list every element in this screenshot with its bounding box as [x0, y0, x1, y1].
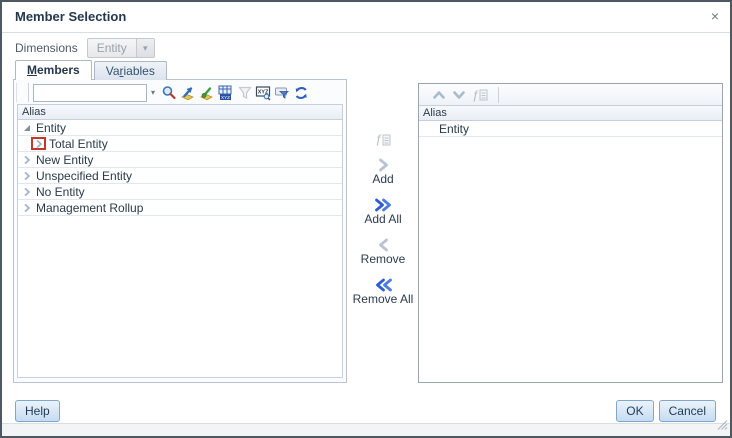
member-selection-dialog: Member Selection × Dimensions Entity ▾ M…: [0, 0, 732, 438]
toolbar-separator: [497, 86, 499, 103]
tree-node-label[interactable]: Management Rollup: [36, 201, 143, 215]
ok-button[interactable]: OK: [616, 400, 654, 422]
xyz-label: XYZ: [221, 95, 230, 100]
refresh-icon[interactable]: [293, 84, 310, 101]
remove-all-button[interactable]: [374, 278, 393, 292]
expand-chevron-icon[interactable]: [21, 203, 33, 213]
tree-row-new-entity[interactable]: New Entity: [18, 152, 342, 168]
tree-row-unspecified-entity[interactable]: Unspecified Entity: [18, 168, 342, 184]
collapse-triangle-icon[interactable]: [21, 123, 33, 133]
cancel-button[interactable]: Cancel: [658, 400, 716, 422]
tab-members-rest: embers: [37, 63, 80, 77]
tree-row-management-rollup[interactable]: Management Rollup: [18, 200, 342, 216]
selected-row-entity[interactable]: Entity: [419, 121, 722, 137]
expand-chevron-icon[interactable]: [21, 155, 33, 165]
xyz-table-icon[interactable]: XYZ: [217, 84, 234, 101]
tab-bar: Members Variables: [15, 60, 167, 80]
tab-variables[interactable]: Variables: [93, 61, 167, 80]
expand-chevron-icon[interactable]: [21, 171, 33, 181]
function-icon[interactable]: ƒ: [375, 132, 391, 146]
selected-member-label[interactable]: Entity: [439, 122, 469, 136]
title-bar: Member Selection ×: [2, 2, 730, 33]
help-button[interactable]: Help: [15, 400, 60, 422]
close-icon[interactable]: ×: [711, 8, 719, 24]
search-dropdown-icon[interactable]: ▾: [151, 88, 155, 97]
function-icon[interactable]: ƒ: [472, 89, 488, 101]
tab-variables-rest: iables: [123, 64, 155, 78]
selected-toolbar: ƒ: [419, 84, 722, 106]
footer-buttons: OK Cancel: [616, 400, 716, 422]
expand-chevron-icon[interactable]: [21, 187, 33, 197]
members-tab-content: ▾ XYZ XYZ Alias Entity Total Entity New …: [13, 79, 347, 383]
dimension-combobox[interactable]: Entity ▾: [86, 38, 155, 58]
add-label[interactable]: Add: [372, 172, 393, 186]
tab-members[interactable]: Members: [15, 60, 92, 80]
filter-select-icon[interactable]: [274, 84, 291, 101]
tree-node-label[interactable]: No Entity: [36, 185, 85, 199]
move-up-icon[interactable]: [432, 89, 446, 100]
search-toolbar: ▾ XYZ XYZ: [16, 82, 344, 103]
members-tree-list: Alias Entity Total Entity New Entity Uns…: [17, 104, 343, 378]
toolbar-separator: [16, 83, 29, 102]
red-highlight-box: [31, 137, 46, 150]
find-member-icon[interactable]: [179, 84, 196, 101]
tree-row-total-entity[interactable]: Total Entity: [18, 136, 342, 152]
search-input[interactable]: [33, 83, 147, 102]
dialog-title: Member Selection: [15, 9, 127, 24]
resize-grip[interactable]: [717, 417, 728, 435]
add-all-label[interactable]: Add All: [364, 212, 401, 226]
tree-row-entity[interactable]: Entity: [18, 120, 342, 136]
dimension-value: Entity: [96, 41, 127, 55]
xyz-search-icon[interactable]: XYZ: [255, 84, 272, 101]
tab-variables-pre: Va: [105, 64, 120, 78]
move-down-icon[interactable]: [452, 89, 466, 100]
remove-all-label[interactable]: Remove All: [353, 292, 414, 306]
selected-members-panel: ƒ Alias Entity: [418, 83, 723, 383]
dimensions-label: Dimensions: [15, 41, 78, 55]
fx-glyph: ƒ: [472, 87, 479, 102]
shuttle-actions: ƒ Add Add All Remove Remove All: [348, 132, 418, 306]
tree-row-no-entity[interactable]: No Entity: [18, 184, 342, 200]
fx-glyph: ƒ: [375, 132, 382, 146]
alias-column-header: Alias: [18, 105, 342, 120]
add-all-button[interactable]: [374, 198, 393, 212]
expand-chevron-icon[interactable]: [35, 139, 43, 149]
tree-node-label[interactable]: Unspecified Entity: [36, 169, 132, 183]
add-button[interactable]: [377, 158, 390, 172]
tree-node-label[interactable]: Entity: [36, 121, 66, 135]
dimensions-row: Dimensions Entity ▾: [15, 38, 155, 58]
chevron-down-icon[interactable]: ▾: [135, 39, 154, 57]
tree-node-label[interactable]: Total Entity: [49, 137, 108, 151]
filter-icon[interactable]: [236, 84, 253, 101]
alias-column-header: Alias: [419, 106, 722, 121]
tree-node-label[interactable]: New Entity: [36, 153, 93, 167]
find-function-icon[interactable]: [198, 84, 215, 101]
remove-button[interactable]: [377, 238, 390, 252]
remove-label[interactable]: Remove: [361, 252, 406, 266]
tab-members-mnemonic: M: [27, 63, 37, 77]
search-icon[interactable]: [160, 84, 177, 101]
footer-strip: [2, 420, 730, 436]
